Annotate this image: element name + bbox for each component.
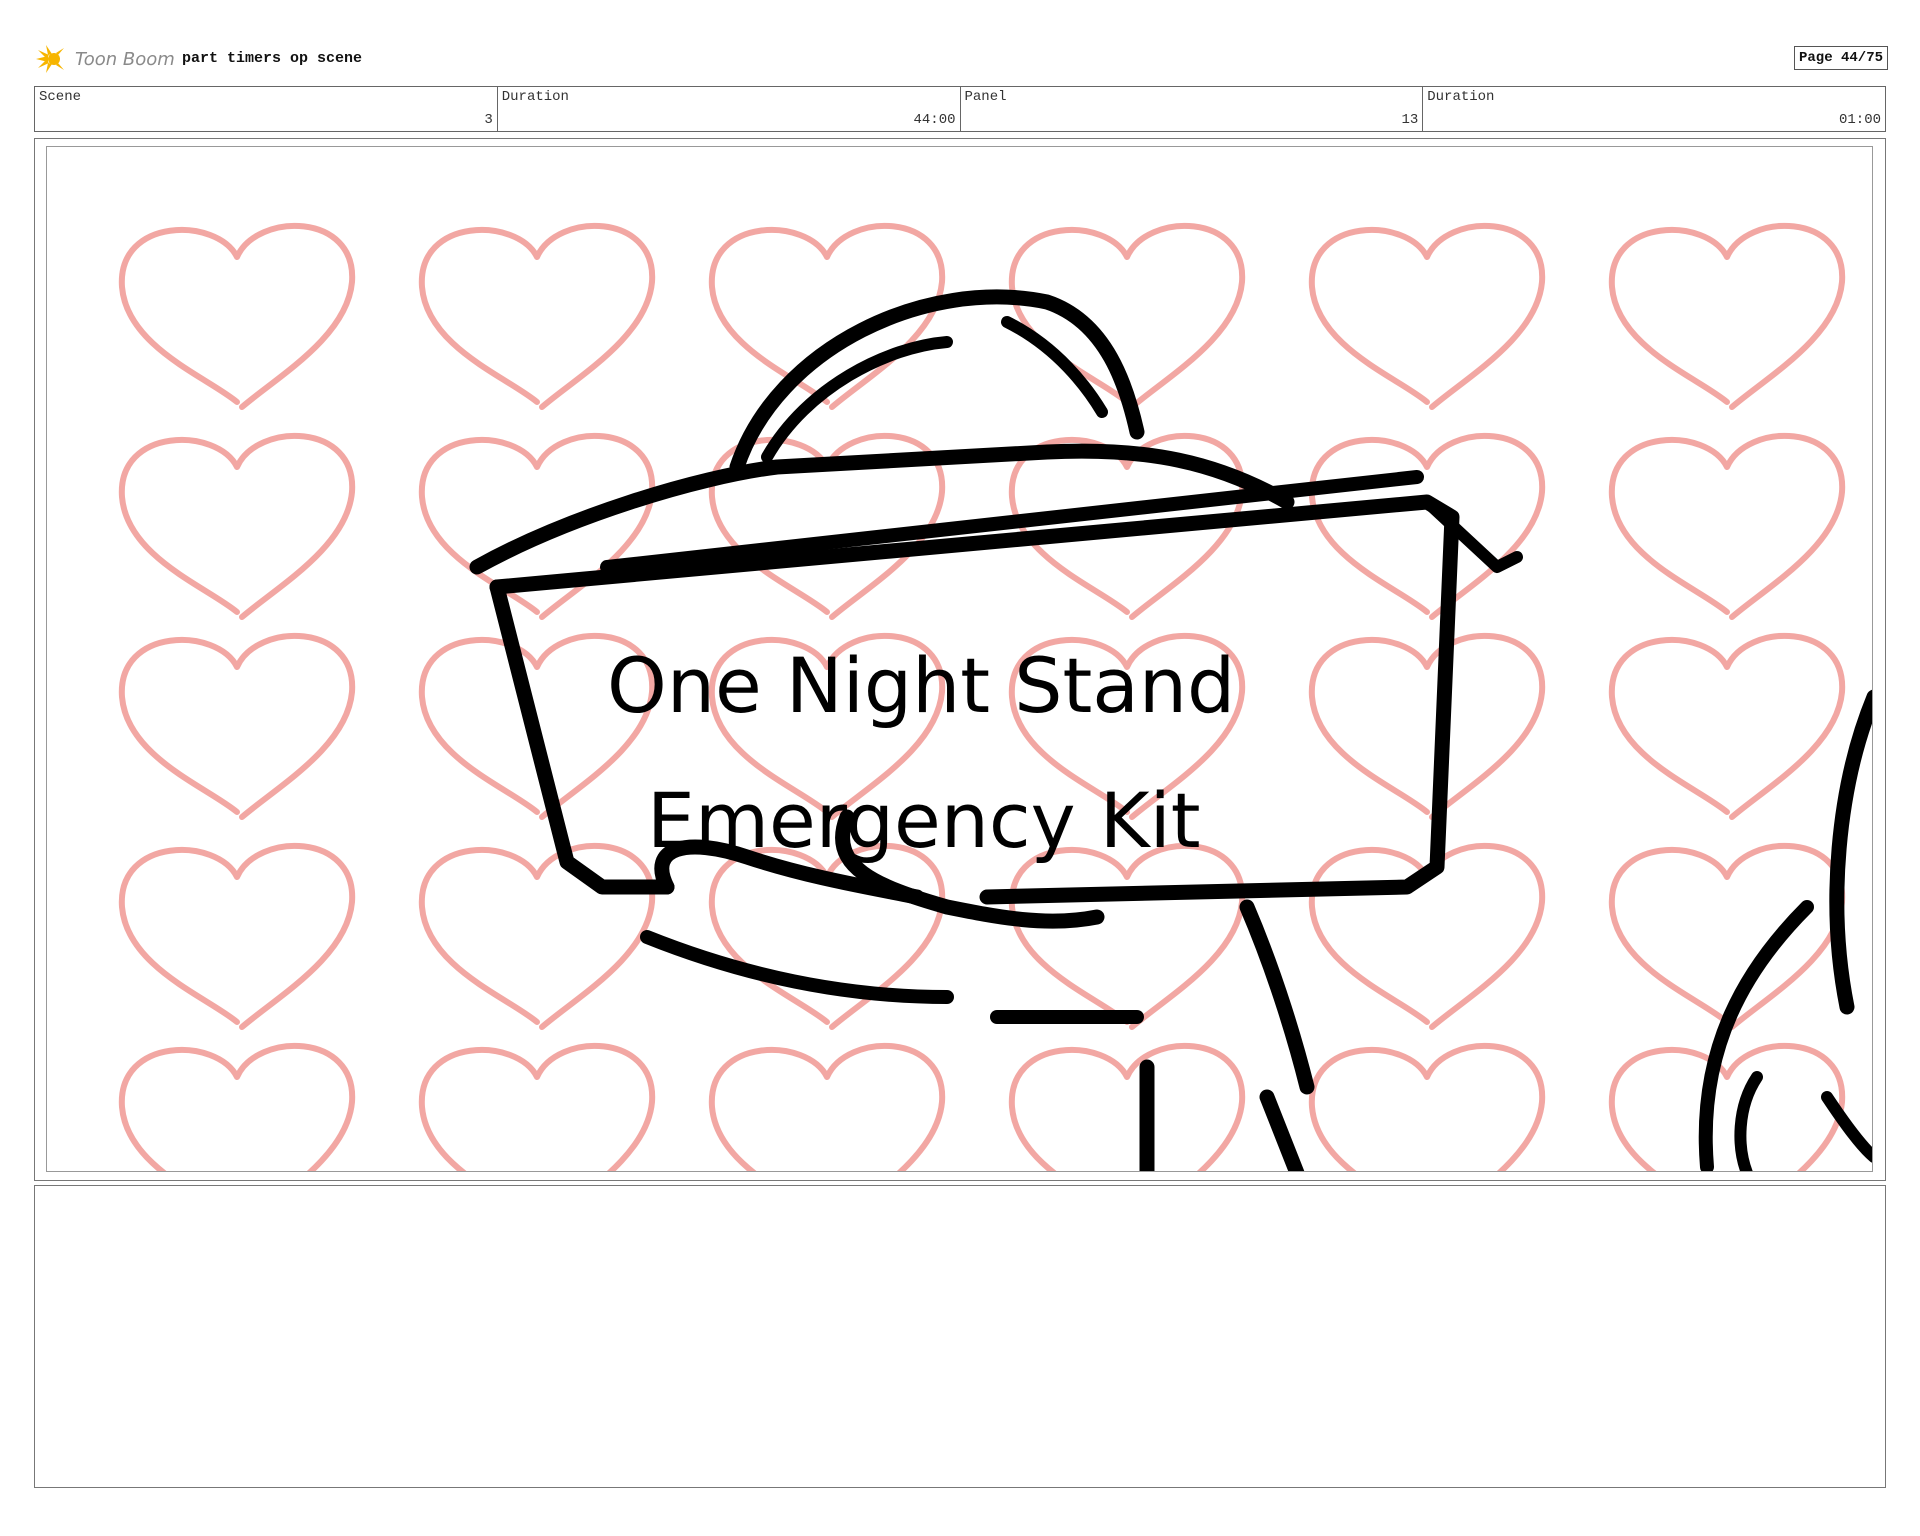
panel-duration-cell: Duration 01:00 — [1423, 87, 1885, 131]
page-indicator: Page 44/75 — [1793, 46, 1888, 70]
heart-doodle — [1308, 432, 1546, 620]
scene-label: Scene — [39, 89, 82, 105]
sunburst-icon — [36, 45, 64, 73]
panel-value: 13 — [1401, 112, 1419, 128]
heart-doodle — [1608, 632, 1846, 820]
heart-doodle — [118, 632, 356, 820]
heart-doodle — [418, 1042, 656, 1171]
top-bar: Toon Boom part timers op scene Page 44/7… — [34, 40, 1888, 76]
heart-doodle — [118, 842, 356, 1030]
heart-doodle — [1008, 1042, 1246, 1171]
sign-text-line-1: One Night Stand — [607, 641, 1235, 730]
heart-doodle — [1308, 222, 1546, 410]
storyboard-panel-image[interactable]: One Night Stand Emergency Kit — [46, 146, 1873, 1172]
heart-doodle — [708, 1042, 946, 1171]
scene-duration-cell: Duration 44:00 — [498, 87, 961, 131]
panel-label: Panel — [964, 89, 1007, 105]
panel-drawing: One Night Stand Emergency Kit — [118, 222, 1872, 1171]
scene-duration-label: Duration — [501, 89, 569, 105]
scene-duration-value: 44:00 — [913, 112, 956, 128]
heart-doodle — [118, 1042, 356, 1171]
panel-cell: Panel 13 — [961, 87, 1424, 131]
heart-doodle — [1308, 1042, 1546, 1171]
sign-text-line-2: Emergency Kit — [647, 776, 1201, 865]
project-title: part timers op scene — [182, 50, 363, 67]
panel-duration-value: 01:00 — [1838, 112, 1881, 128]
heart-doodle — [1308, 632, 1546, 820]
heart-doodle — [1608, 1042, 1846, 1171]
heart-doodle — [118, 222, 356, 410]
brand-name: Toon Boom — [75, 48, 175, 70]
heart-doodle — [418, 222, 656, 410]
toon-boom-logo: Toon Boom — [34, 44, 175, 74]
scene-value: 3 — [484, 112, 493, 128]
heart-doodle — [1008, 842, 1246, 1030]
panel-notes-area[interactable] — [34, 1185, 1886, 1488]
heart-doodle — [418, 842, 656, 1030]
scene-cell: Scene 3 — [35, 87, 498, 131]
heart-doodle — [1608, 842, 1846, 1030]
heart-doodle — [1608, 222, 1846, 410]
panel-duration-label: Duration — [1427, 89, 1495, 105]
panel-info-row: Scene 3 Duration 44:00 Panel 13 Duration… — [34, 86, 1886, 132]
heart-doodle — [1608, 432, 1846, 620]
sketch-lines — [469, 289, 1872, 1171]
heart-doodle — [118, 432, 356, 620]
